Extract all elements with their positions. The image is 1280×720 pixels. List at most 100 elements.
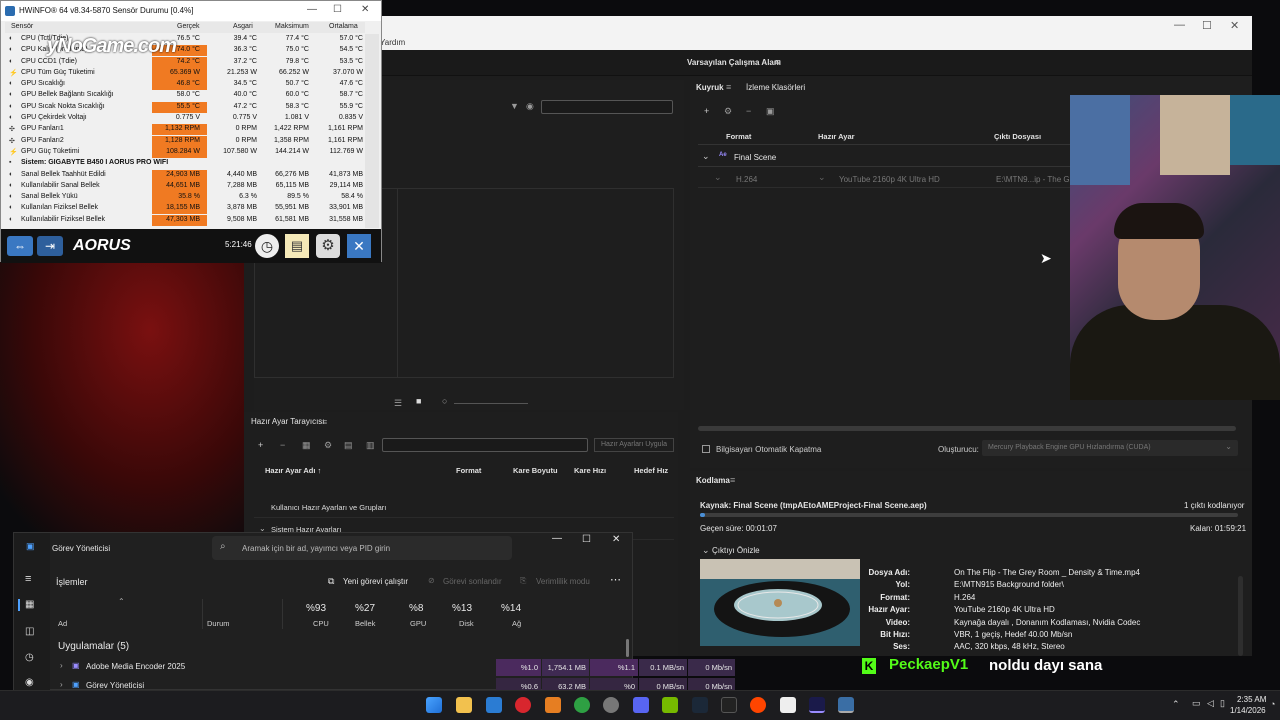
add-icon[interactable]: + [704,106,709,116]
menu-help[interactable]: Yardım [380,38,405,47]
duplicate-icon[interactable]: ▣ [766,106,775,117]
taskbar-time[interactable]: 2:35 AM [1237,695,1266,704]
task-manager-icon[interactable] [838,697,854,713]
panel-menu-icon[interactable]: ≡ [726,82,731,92]
tab-encoding[interactable]: Kodlama [696,476,730,485]
close-icon[interactable]: ✕ [612,534,620,545]
xbox-icon[interactable] [574,697,590,713]
gear-icon[interactable]: ⚙ [316,234,340,258]
epic-games-icon[interactable] [721,697,737,713]
preset-dropdown-icon[interactable]: ⌄ [818,172,826,183]
app-icon[interactable] [545,697,561,713]
hwinfo-scrollbar[interactable] [365,34,379,228]
remove-icon[interactable]: − [280,440,285,450]
import-icon[interactable]: ▤ [344,440,353,451]
discord-icon[interactable] [633,697,649,713]
network-icon[interactable]: ▭ [1192,698,1201,709]
sensor-row[interactable]: ◐ Kullanılabilir Fiziksel Bellek 47,303 MB… [5,214,365,226]
settings-icon[interactable]: ⚙ [324,440,332,451]
workspace-label[interactable]: Varsayılan Çalışma Alanı [687,58,781,67]
zoom-slider-handle[interactable]: ○ [442,396,447,406]
task-scrollbar[interactable] [626,639,629,657]
filter-icon[interactable]: ▼ [510,101,519,111]
volume-icon[interactable]: ◁ [1207,698,1214,709]
col-status[interactable]: Durum [207,619,230,628]
battery-icon[interactable]: ▯ [1220,698,1225,709]
group-icon[interactable]: ▦ [302,440,311,451]
gpu-total[interactable]: %8 [409,603,423,614]
processes-icon[interactable]: ▦ [25,599,34,610]
table-row[interactable]: › ▣ Adobe Media Encoder 2025 %1.0 1,754.1 MB… [50,659,735,676]
col-format[interactable]: Format [456,466,481,475]
collapse-icon[interactable]: ⇥ [37,236,63,256]
task-search-input[interactable]: ⌕ Aramak için bir ad, yayımcı veya PID g… [212,536,512,560]
details-scrollbar[interactable] [1238,576,1243,656]
add-icon[interactable]: + [258,440,263,450]
preset-search-input[interactable] [382,438,588,452]
media-browser-divider[interactable] [397,188,398,378]
col-frame-size[interactable]: Kare Boyutu [513,466,558,475]
minimize-icon[interactable]: — [552,533,562,544]
output-preview-toggle[interactable]: Çıktıyı Önizle [712,546,760,555]
cpu-total[interactable]: %93 [306,603,326,614]
file-explorer-icon[interactable] [456,697,472,713]
col-target-rate[interactable]: Hedef Hız [634,466,668,475]
taskbar-date[interactable]: 1/14/2026 [1230,706,1266,715]
settings-icon[interactable]: ⚙ [724,106,732,117]
col-preset-name[interactable]: Hazır Ayar Adı ↑ [265,466,321,475]
app-icon[interactable] [780,697,796,713]
maximize-icon[interactable]: ☐ [1202,19,1212,32]
format-dropdown-icon[interactable]: ⌄ [714,172,722,183]
queue-item-preset[interactable]: YouTube 2160p 4K Ultra HD [839,175,940,184]
close-icon[interactable]: ✕ [1230,19,1239,32]
sensor-row[interactable]: ◐ GPU Bellek Bağlantı Sıcaklığı 58.0 °C 40.… [5,90,365,101]
sensor-row[interactable]: ◐ Kullanılabilir Sanal Bellek 44,651 MB 7,2… [5,180,365,192]
nvidia-icon[interactable] [662,697,678,713]
auto-shutdown-checkbox[interactable] [702,445,710,453]
hamburger-icon[interactable]: ≡ [25,573,31,585]
panel-menu-icon[interactable]: ≡ [322,417,327,427]
sensor-row[interactable]: ◐ Sanal Bellek Taahhüt Edildi 24,903 MB 4,4… [5,169,365,181]
chevron-right-icon[interactable]: › [60,661,63,670]
apply-presets-button[interactable]: Hazır Ayarları Uygula [594,438,674,452]
sort-chevron-icon[interactable]: ⌃ [118,597,125,606]
efficiency-mode-button[interactable]: Verimlilik modu [536,577,590,586]
end-task-icon[interactable]: ⊘ [428,576,435,585]
queue-group-name[interactable]: Final Scene [734,153,776,162]
sensor-row[interactable]: ◐ GPU Sıcaklığı 46.8 °C 34.5 °C 50.7 °C 47.6 … [5,79,365,91]
minimize-icon[interactable]: — [1174,19,1185,31]
new-task-icon[interactable]: ⧉ [328,576,334,587]
startup-icon[interactable]: ◉ [25,677,34,688]
disk-total[interactable]: %13 [452,603,472,614]
renderer-select[interactable]: Mercury Playback Engine GPU Hızlandırma … [982,440,1238,456]
media-search-input[interactable] [541,100,673,114]
chevron-up-icon[interactable]: ⌃ [1172,699,1180,710]
sensor-row[interactable]: ◐ GPU Sıcak Nokta Sıcaklığı 55.5 °C 47.2 °C… [5,101,365,113]
hamburger-icon[interactable]: ≡ [775,57,780,67]
tab-watch-folders[interactable]: İzleme Klasörleri [746,83,805,92]
sensor-row[interactable]: ⚡ GPU Güç Tüketimi 108.284 W 107.580 W 144.2… [5,146,365,158]
end-task-button[interactable]: Görevi sonlandır [443,577,502,586]
queue-scrollbar[interactable] [698,426,1236,431]
sensor-row[interactable]: ◐ Sanal Bellek Yükü 35.8 % 6.3 % 89.5 % 58.4 … [5,192,365,204]
chevron-right-icon[interactable]: › [60,680,63,689]
opera-icon[interactable] [515,697,531,713]
more-options-icon[interactable]: ⋯ [610,573,621,586]
close-icon[interactable]: ✕ [347,234,371,258]
performance-icon[interactable]: ◫ [25,626,34,637]
obs-icon[interactable] [603,697,619,713]
sensor-row[interactable]: ▪ Sistem: GIGABYTE B450 I AORUS PRO WIFI [5,158,365,169]
panel-menu-icon[interactable]: ≡ [730,475,735,485]
arrow-left-right-icon[interactable]: ⇔ [7,236,33,256]
list-view-icon[interactable]: ☰ [394,398,402,409]
memory-total[interactable]: %27 [355,603,375,614]
sensor-row[interactable]: ◐ GPU Çekirdek Voltajı 0.775 V 0.775 V 1.081… [5,113,365,124]
sensor-row[interactable]: ⚡ CPU Tüm Güç Tüketimi 65.369 W 21.253 W 66.… [5,67,365,79]
maximize-icon[interactable]: ☐ [333,4,342,15]
tab-queue[interactable]: Kuyruk [696,83,724,92]
remove-icon[interactable]: − [746,106,751,116]
efficiency-icon[interactable]: ⎘ [520,576,526,586]
chevron-down-icon[interactable]: ⌄ [702,545,710,556]
preset-browser-tab[interactable]: Hazır Ayar Tarayıcısı [251,417,325,426]
clock-icon[interactable]: ◷ [255,234,279,258]
